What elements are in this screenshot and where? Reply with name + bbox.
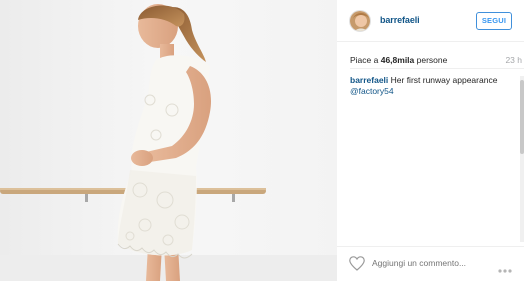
post-footer bbox=[337, 246, 524, 281]
caption-text: Her first runway appearance bbox=[388, 75, 498, 85]
username-link[interactable]: barrefaeli bbox=[380, 15, 420, 25]
likes-count[interactable]: Piace a 46,8mila persone bbox=[350, 55, 447, 65]
likes-suffix: persone bbox=[414, 55, 448, 65]
instagram-post: barrefaeli SEGUI Piace a 46,8mila person… bbox=[0, 0, 524, 281]
post-header: barrefaeli SEGUI bbox=[337, 0, 524, 42]
follow-button[interactable]: SEGUI bbox=[476, 12, 512, 30]
post-photo[interactable] bbox=[0, 0, 337, 281]
comment-input[interactable] bbox=[372, 258, 492, 268]
post-sidebar: barrefaeli SEGUI Piace a 46,8mila person… bbox=[337, 0, 524, 281]
post-caption: barrefaeli Her first runway appearance @… bbox=[350, 75, 510, 97]
avatar[interactable] bbox=[349, 10, 371, 32]
more-options-icon[interactable] bbox=[498, 260, 512, 273]
post-timestamp[interactable]: 23 h bbox=[505, 55, 522, 65]
photo-illustration bbox=[0, 0, 337, 281]
caption-mention-link[interactable]: @factory54 bbox=[350, 86, 394, 96]
likes-number: 46,8mila bbox=[380, 55, 415, 65]
caption-username-link[interactable]: barrefaeli bbox=[350, 75, 388, 85]
divider bbox=[350, 68, 524, 69]
likes-prefix: Piace a bbox=[350, 55, 381, 65]
likes-row: Piace a 46,8mila persone bbox=[350, 55, 524, 65]
heart-outline-icon[interactable] bbox=[349, 256, 365, 271]
caption-scrollbar-thumb[interactable] bbox=[520, 80, 524, 154]
